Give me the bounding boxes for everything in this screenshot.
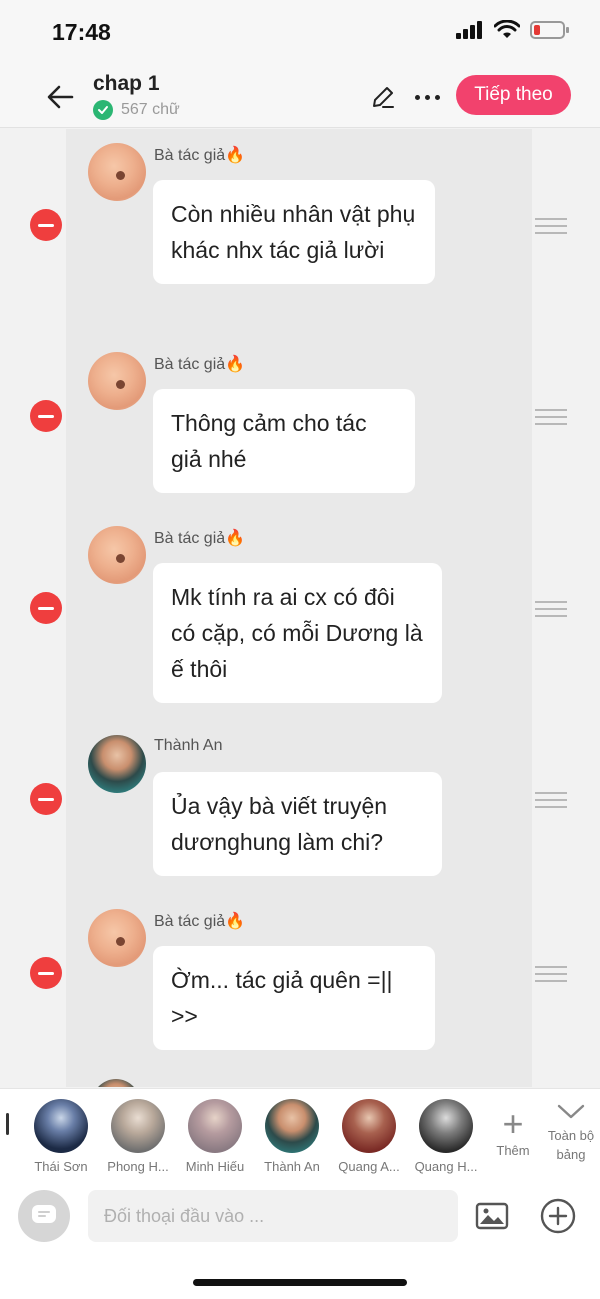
- drag-handle-icon[interactable]: [535, 218, 567, 234]
- status-time: 17:48: [52, 19, 111, 45]
- dialogue-input[interactable]: [88, 1190, 458, 1242]
- more-options-icon[interactable]: [410, 82, 444, 112]
- pencil-icon: [373, 87, 394, 108]
- scroll-edge-indicator: [6, 1113, 9, 1135]
- title-block: chap 1 567 chữ: [93, 72, 180, 120]
- character-item[interactable]: Quang H...: [406, 1099, 486, 1174]
- signal-icon: [456, 21, 482, 39]
- character-name: Quang H...: [414, 1159, 478, 1174]
- check-icon: [93, 100, 113, 120]
- character-avatar: [265, 1099, 319, 1153]
- remove-message-button[interactable]: [30, 957, 62, 989]
- author-avatar: [88, 909, 146, 967]
- chevron-down-icon: [557, 1104, 585, 1119]
- input-bar: [0, 1180, 600, 1299]
- character-item[interactable]: Thành An: [252, 1099, 332, 1174]
- character-name: Thái Sơn: [34, 1159, 88, 1174]
- page-title: chap 1: [93, 72, 160, 95]
- character-name: Thành An: [264, 1159, 320, 1174]
- drag-handle-icon[interactable]: [535, 601, 567, 617]
- author-avatar: [88, 143, 146, 201]
- chat-bubble-icon: [32, 1205, 56, 1223]
- battery-icon: [530, 21, 569, 39]
- sender-name: Bà tác giả🔥: [154, 530, 246, 547]
- character-item[interactable]: Quang A...: [329, 1099, 409, 1174]
- header: chap 1 567 chữ Tiếp theo: [0, 62, 600, 128]
- remove-message-button[interactable]: [30, 783, 62, 815]
- word-count: 567 chữ: [93, 100, 180, 120]
- sender-name: Bà tác giả🔥: [154, 147, 246, 164]
- character-name: Phong H...: [107, 1159, 169, 1174]
- next-button[interactable]: Tiếp theo: [456, 75, 571, 115]
- message-bubble[interactable]: Ờm... tác giả quên =|| >>: [153, 946, 435, 1050]
- message-bubble[interactable]: Mk tính ra ai cx có đôi có cặp, có mỗi D…: [153, 563, 442, 703]
- message-bubble[interactable]: Còn nhiều nhân vật phụ khác nhx tác giả …: [153, 180, 435, 284]
- all-table-button[interactable]: Toàn bộ bảng: [543, 1103, 599, 1164]
- back-button[interactable]: [44, 80, 78, 114]
- character-avatar: [88, 735, 146, 793]
- plus-icon: +: [502, 1103, 524, 1144]
- sender-name: Thành An: [154, 737, 223, 754]
- drag-handle-icon[interactable]: [535, 966, 567, 982]
- conversation-list[interactable]: Bà tác giả🔥 Còn nhiều nhân vật phụ khác …: [0, 129, 600, 1087]
- remove-message-button[interactable]: [30, 209, 62, 241]
- add-character-button[interactable]: + Thêm: [490, 1103, 536, 1159]
- status-icons: [456, 20, 570, 40]
- insert-image-button[interactable]: [474, 1198, 510, 1234]
- remove-message-button[interactable]: [30, 400, 62, 432]
- character-item[interactable]: Thái Sơn: [21, 1099, 101, 1174]
- character-avatar: [111, 1099, 165, 1153]
- word-count-label: 567 chữ: [121, 101, 180, 118]
- back-arrow-icon: [47, 85, 74, 109]
- sender-name: Bà tác giả🔥: [154, 356, 246, 373]
- status-bar: 17:48: [0, 0, 600, 62]
- all-table-label: Toàn bộ bảng: [547, 1128, 595, 1162]
- edit-button[interactable]: [368, 82, 398, 112]
- character-avatar: [34, 1099, 88, 1153]
- remove-message-button[interactable]: [30, 592, 62, 624]
- add-button[interactable]: [540, 1198, 576, 1234]
- character-item[interactable]: Minh Hiếu: [175, 1099, 255, 1174]
- character-avatar: [188, 1099, 242, 1153]
- character-name: Minh Hiếu: [185, 1159, 245, 1174]
- wifi-icon: [494, 20, 520, 38]
- author-avatar: [88, 526, 146, 584]
- character-avatar: [419, 1099, 473, 1153]
- character-name: Quang A...: [338, 1159, 400, 1174]
- home-indicator: [193, 1279, 407, 1286]
- character-item[interactable]: Phong H...: [98, 1099, 178, 1174]
- drag-handle-icon[interactable]: [535, 409, 567, 425]
- drag-handle-icon[interactable]: [535, 792, 567, 808]
- plus-circle-icon: [540, 1198, 576, 1234]
- image-icon: [475, 1202, 509, 1230]
- message-bubble[interactable]: Thông cảm cho tác giả nhé: [153, 389, 415, 493]
- character-bar: Thái Sơn Phong H... Minh Hiếu Thành An Q…: [0, 1088, 600, 1180]
- dialogue-type-button[interactable]: [18, 1190, 70, 1242]
- author-avatar: [88, 352, 146, 410]
- add-character-label: Thêm: [496, 1143, 530, 1158]
- sender-name: Bà tác giả🔥: [154, 913, 246, 930]
- message-bubble[interactable]: Ủa vậy bà viết truyện dươnghung làm chi?: [153, 772, 442, 876]
- character-avatar: [342, 1099, 396, 1153]
